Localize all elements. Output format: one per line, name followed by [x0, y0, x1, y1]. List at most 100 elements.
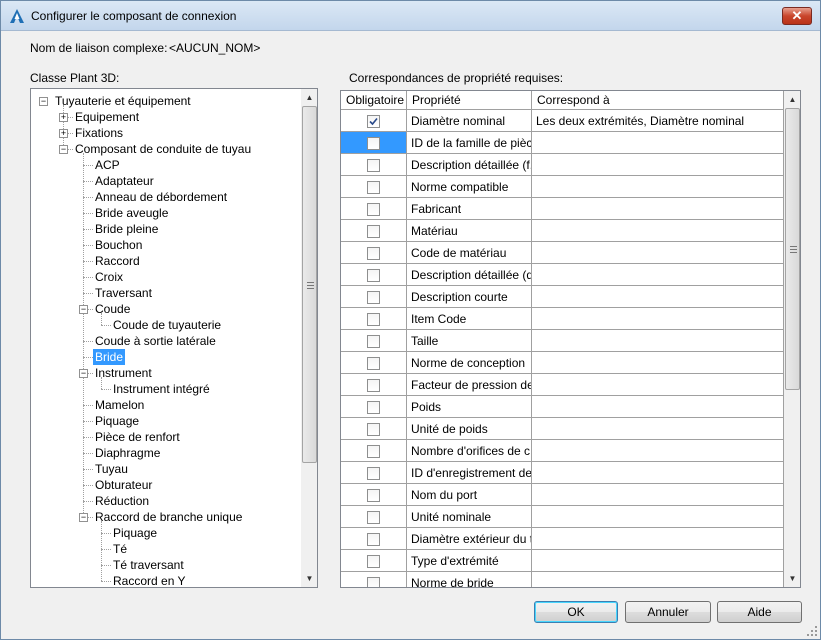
maps-to-cell[interactable] [532, 220, 784, 242]
maps-to-cell[interactable] [532, 528, 784, 550]
required-checkbox[interactable] [367, 445, 380, 458]
table-row[interactable]: Taille [341, 330, 784, 352]
column-header-property[interactable]: Propriété [407, 91, 532, 110]
tree-item[interactable]: Croix [93, 269, 125, 285]
tree-item[interactable]: Mamelon [93, 397, 146, 413]
table-row[interactable]: Item Code [341, 308, 784, 330]
tree-item[interactable]: Piquage [111, 525, 159, 541]
grid-scrollbar[interactable]: ▲ ▼ [784, 91, 800, 587]
tree-item[interactable]: Coude de tuyauterie [111, 317, 223, 333]
tree-item[interactable]: Raccord [93, 253, 142, 269]
required-checkbox[interactable] [367, 401, 380, 414]
property-cell[interactable]: Norme compatible [407, 176, 532, 198]
tree-item[interactable]: Tuyauterie et équipement [53, 93, 193, 109]
maps-to-cell[interactable] [532, 132, 784, 154]
required-checkbox[interactable] [367, 577, 380, 587]
collapse-icon[interactable]: − [59, 145, 68, 154]
table-row[interactable]: Norme de bride [341, 572, 784, 587]
tree-item[interactable]: Bride [93, 349, 126, 365]
maps-to-cell[interactable] [532, 396, 784, 418]
tree-item[interactable]: Tuyau [93, 461, 130, 477]
property-cell[interactable]: Taille [407, 330, 532, 352]
table-row[interactable]: Matériau [341, 220, 784, 242]
table-row[interactable]: Poids [341, 396, 784, 418]
property-cell[interactable]: Description détaillée (f... [407, 154, 532, 176]
property-cell[interactable]: Poids [407, 396, 532, 418]
plant-class-tree[interactable]: − Tuyauterie et équipement + Equipement + Fix… [30, 88, 318, 588]
tree-item[interactable]: Coude à sortie latérale [93, 333, 218, 349]
collapse-icon[interactable]: − [79, 369, 88, 378]
required-checkbox[interactable] [367, 181, 380, 194]
required-checkbox[interactable] [367, 555, 380, 568]
property-cell[interactable]: Type d'extrémité [407, 550, 532, 572]
help-button[interactable]: Aide [717, 601, 802, 623]
maps-to-cell[interactable] [532, 462, 784, 484]
table-row[interactable]: Facteur de pression de... [341, 374, 784, 396]
table-row[interactable]: Description courte [341, 286, 784, 308]
property-cell[interactable]: Unité de poids [407, 418, 532, 440]
maps-to-cell[interactable] [532, 440, 784, 462]
property-cell[interactable]: Diamètre nominal [407, 110, 532, 132]
required-checkbox[interactable] [367, 357, 380, 370]
column-header-maps-to[interactable]: Correspond à [532, 91, 784, 110]
maps-to-cell[interactable] [532, 242, 784, 264]
maps-to-cell[interactable]: Les deux extrémités, Diamètre nominal [532, 110, 784, 132]
tree-item[interactable]: ACP [93, 157, 122, 173]
maps-to-cell[interactable] [532, 198, 784, 220]
maps-to-cell[interactable] [532, 484, 784, 506]
tree-item[interactable]: Coude [93, 301, 132, 317]
property-cell[interactable]: ID d'enregistrement de... [407, 462, 532, 484]
scroll-down-icon[interactable]: ▼ [301, 570, 317, 587]
collapse-icon[interactable]: − [79, 513, 88, 522]
tree-item[interactable]: Raccord de branche unique [93, 509, 244, 525]
property-cell[interactable]: Nom du port [407, 484, 532, 506]
required-checkbox[interactable] [367, 247, 380, 260]
tree-item[interactable]: Equipement [73, 109, 141, 125]
property-cell[interactable]: Norme de conception [407, 352, 532, 374]
tree-item[interactable]: Anneau de débordement [93, 189, 229, 205]
maps-to-cell[interactable] [532, 286, 784, 308]
tree-item[interactable]: Traversant [93, 285, 154, 301]
property-cell[interactable]: Description détaillée (d... [407, 264, 532, 286]
maps-to-cell[interactable] [532, 352, 784, 374]
maps-to-cell[interactable] [532, 154, 784, 176]
table-row[interactable]: Norme de conception [341, 352, 784, 374]
table-row[interactable]: ID de la famille de pièc... [341, 132, 784, 154]
table-row[interactable]: Nom du port [341, 484, 784, 506]
table-row[interactable]: Code de matériau [341, 242, 784, 264]
collapse-icon[interactable]: − [39, 97, 48, 106]
maps-to-cell[interactable] [532, 264, 784, 286]
required-checkbox[interactable] [367, 159, 380, 172]
scroll-up-icon[interactable]: ▲ [784, 91, 800, 108]
property-cell[interactable]: ID de la famille de pièc... [407, 132, 532, 154]
required-checkbox[interactable] [367, 379, 380, 392]
tree-item[interactable]: Piquage [93, 413, 141, 429]
tree-item[interactable]: Bouchon [93, 237, 144, 253]
table-row[interactable]: Description détaillée (f... [341, 154, 784, 176]
tree-item[interactable]: Instrument [93, 365, 154, 381]
tree-item[interactable]: Bride pleine [93, 221, 160, 237]
tree-item[interactable]: Fixations [73, 125, 125, 141]
required-checkbox[interactable] [367, 313, 380, 326]
property-cell[interactable]: Code de matériau [407, 242, 532, 264]
tree-item[interactable]: Réduction [93, 493, 151, 509]
required-checkbox[interactable] [367, 137, 380, 150]
required-checkbox[interactable] [367, 423, 380, 436]
required-checkbox[interactable] [367, 115, 380, 128]
close-button[interactable]: ✕ [782, 7, 812, 25]
scroll-down-icon[interactable]: ▼ [784, 570, 800, 587]
tree-item[interactable]: Té [111, 541, 129, 557]
property-cell[interactable]: Diamètre extérieur du t... [407, 528, 532, 550]
table-row[interactable]: Diamètre extérieur du t... [341, 528, 784, 550]
property-cell[interactable]: Matériau [407, 220, 532, 242]
table-row[interactable]: Unité de poids [341, 418, 784, 440]
table-row[interactable]: Fabricant [341, 198, 784, 220]
property-cell[interactable]: Norme de bride [407, 572, 532, 587]
collapse-icon[interactable]: − [79, 305, 88, 314]
required-checkbox[interactable] [367, 511, 380, 524]
tree-item[interactable]: Pièce de renfort [93, 429, 182, 445]
required-checkbox[interactable] [367, 291, 380, 304]
property-cell[interactable]: Fabricant [407, 198, 532, 220]
property-cell[interactable]: Item Code [407, 308, 532, 330]
required-checkbox[interactable] [367, 489, 380, 502]
